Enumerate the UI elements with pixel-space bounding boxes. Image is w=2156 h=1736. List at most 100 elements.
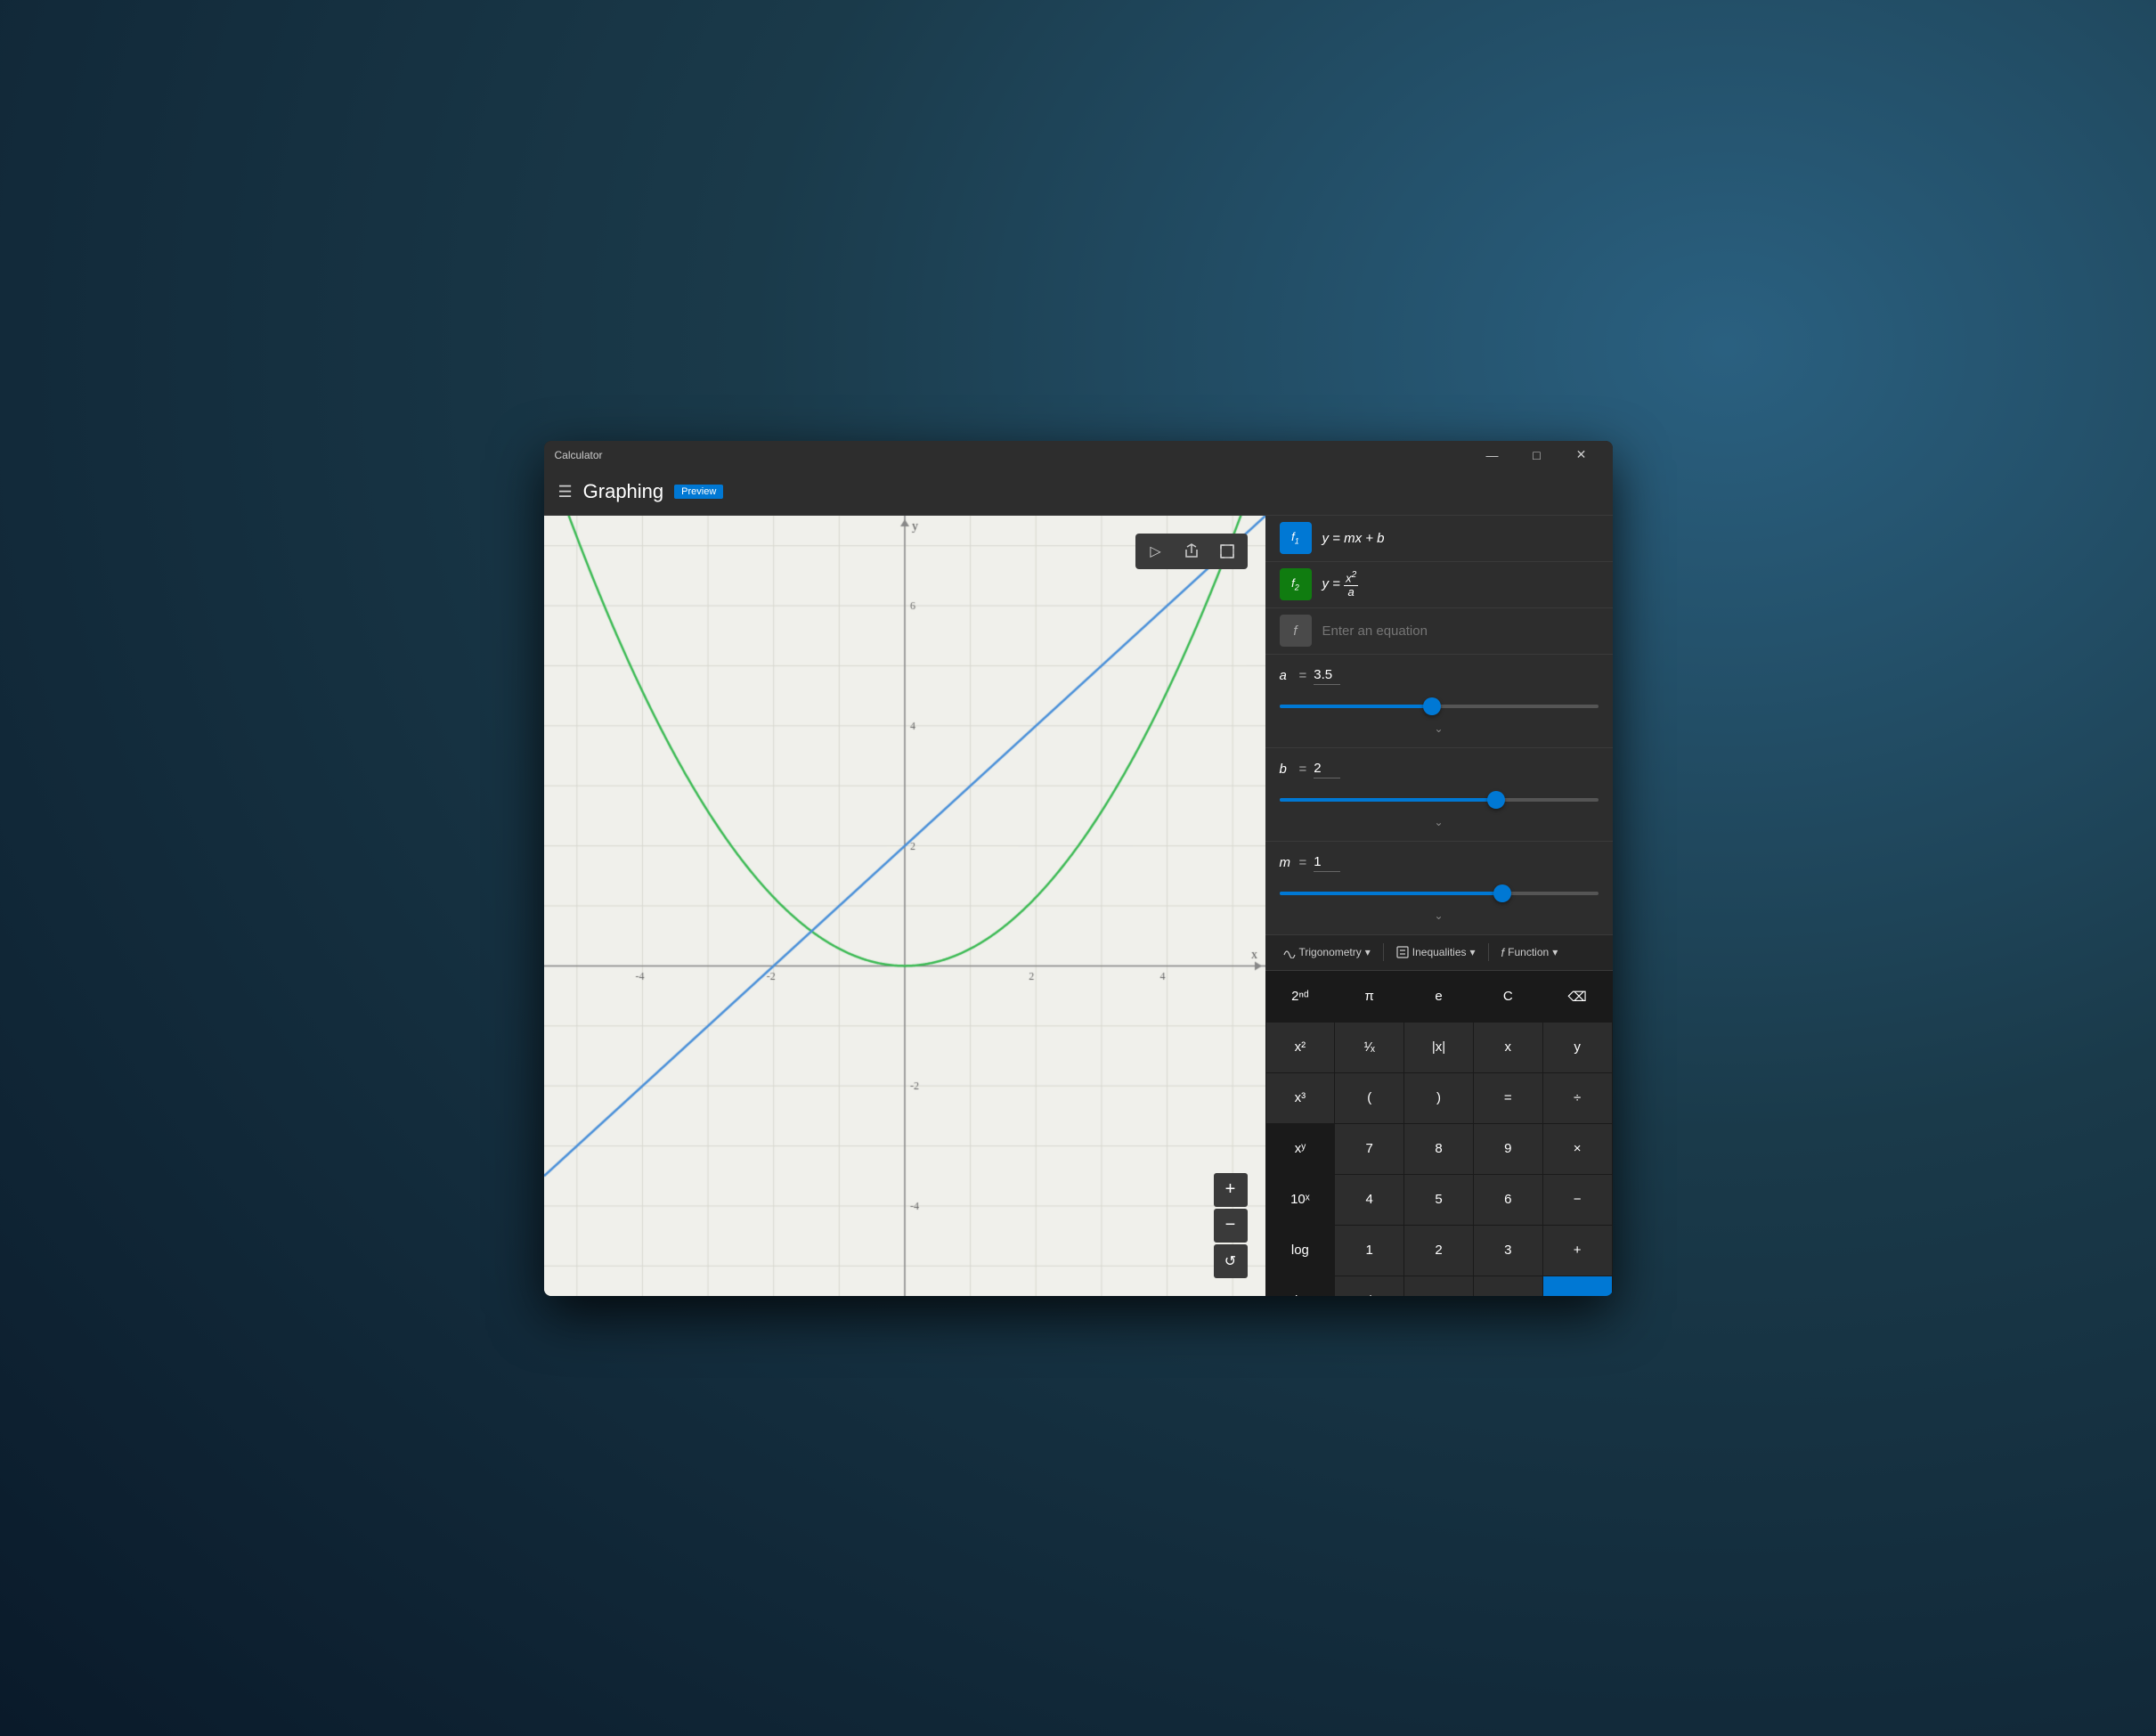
function-input-3[interactable]: [1322, 623, 1599, 639]
function-item-1[interactable]: f1 y = mx + b: [1265, 516, 1613, 562]
func-chevron: ▾: [1552, 946, 1558, 958]
zoom-out-button[interactable]: −: [1214, 1209, 1248, 1243]
key-9-button[interactable]: y: [1543, 1023, 1612, 1072]
title-bar: Calculator — □ ✕: [544, 441, 1613, 469]
var-value-m: 1: [1314, 854, 1340, 872]
key-32-button[interactable]: 0: [1404, 1276, 1473, 1296]
key-8-button[interactable]: x: [1474, 1023, 1542, 1072]
key-4-button[interactable]: ⌫: [1543, 972, 1612, 1022]
var-value-a: 3.5: [1314, 667, 1340, 685]
var-expand-b[interactable]: ⌄: [1280, 816, 1599, 828]
key-5-button[interactable]: x²: [1266, 1023, 1335, 1072]
preview-badge: Preview: [674, 485, 723, 499]
key-1-button[interactable]: π: [1335, 972, 1403, 1022]
key-7-button[interactable]: |x|: [1404, 1023, 1473, 1072]
slider-track-a[interactable]: [1280, 705, 1599, 708]
share-tool-button[interactable]: [1175, 537, 1208, 566]
key-24-button[interactable]: −: [1543, 1175, 1612, 1225]
key-11-button[interactable]: (: [1335, 1073, 1403, 1123]
function-item-2[interactable]: f2 y = x2a: [1265, 562, 1613, 608]
close-button[interactable]: ✕: [1561, 441, 1602, 469]
variable-row-m: m = 1: [1280, 854, 1599, 872]
key-27-button[interactable]: 2: [1404, 1226, 1473, 1276]
minimize-button[interactable]: —: [1472, 441, 1513, 469]
var-label-m: m: [1280, 855, 1292, 870]
var-expand-m[interactable]: ⌄: [1280, 909, 1599, 922]
slider-thumb-m[interactable]: [1493, 884, 1511, 902]
key-29-button[interactable]: +: [1543, 1226, 1612, 1276]
app-title: Graphing: [583, 480, 664, 503]
app-header: ☰ Graphing Preview: [544, 469, 1613, 516]
keyboard-toolbar: Trigonometry ▾ Inequalities ▾: [1265, 935, 1613, 971]
function-button[interactable]: f Function ▾: [1494, 942, 1566, 963]
var-equals-m: =: [1299, 855, 1307, 870]
var-label-a: a: [1280, 668, 1292, 683]
var-equals-b: =: [1299, 762, 1307, 777]
key-12-button[interactable]: ): [1404, 1073, 1473, 1123]
keyboard-grid: 2ⁿᵈπeC⌫ x²¹⁄ₓ|x|xy x³()=÷ xʸ789× 10ˣ456− log1…: [1265, 971, 1613, 1296]
func-icon: f: [1501, 946, 1505, 959]
zoom-in-button[interactable]: +: [1214, 1173, 1248, 1207]
function-badge-label-1: f1: [1291, 530, 1299, 546]
fullscreen-tool-button[interactable]: [1210, 537, 1244, 566]
title-bar-controls: — □ ✕: [1472, 441, 1602, 469]
slider-thumb-b[interactable]: [1487, 791, 1505, 809]
ineq-icon: [1396, 946, 1409, 958]
key-33-button[interactable]: .: [1474, 1276, 1542, 1296]
select-tool-button[interactable]: ▷: [1139, 537, 1173, 566]
slider-track-m[interactable]: [1280, 892, 1599, 895]
key-30-button[interactable]: ln: [1266, 1276, 1335, 1296]
function-formula-1: y = mx + b: [1322, 531, 1385, 546]
key-10-button[interactable]: x³: [1266, 1073, 1335, 1123]
ineq-chevron: ▾: [1470, 946, 1476, 958]
key-15-button[interactable]: xʸ: [1266, 1124, 1335, 1174]
function-badge-label-3: f: [1293, 623, 1297, 639]
function-item-3[interactable]: f: [1265, 608, 1613, 655]
key-19-button[interactable]: ×: [1543, 1124, 1612, 1174]
key-25-button[interactable]: log: [1266, 1226, 1335, 1276]
var-expand-a[interactable]: ⌄: [1280, 722, 1599, 735]
trig-button[interactable]: Trigonometry ▾: [1276, 942, 1378, 962]
key-3-button[interactable]: C: [1474, 972, 1542, 1022]
key-34-button[interactable]: ↵: [1543, 1276, 1612, 1296]
zoom-reset-button[interactable]: ↺: [1214, 1244, 1248, 1278]
key-6-button[interactable]: ¹⁄ₓ: [1335, 1023, 1403, 1072]
trig-icon: [1283, 946, 1296, 958]
slider-thumb-a[interactable]: [1423, 697, 1441, 715]
calculator-window: Calculator — □ ✕ ☰ Graphing Preview ▷: [544, 441, 1613, 1296]
key-13-button[interactable]: =: [1474, 1073, 1542, 1123]
func-label: Function: [1508, 946, 1549, 958]
slider-track-b[interactable]: [1280, 798, 1599, 802]
slider-fill-a: [1280, 705, 1433, 708]
hamburger-icon[interactable]: ☰: [558, 483, 573, 501]
var-label-b: b: [1280, 762, 1292, 777]
zoom-controls: + − ↺: [1214, 1173, 1248, 1278]
key-26-button[interactable]: 1: [1335, 1226, 1403, 1276]
var-equals-a: =: [1299, 668, 1307, 683]
maximize-button[interactable]: □: [1517, 441, 1558, 469]
key-22-button[interactable]: 5: [1404, 1175, 1473, 1225]
key-0-button[interactable]: 2ⁿᵈ: [1266, 972, 1335, 1022]
key-2-button[interactable]: e: [1404, 972, 1473, 1022]
slider-fill-m: [1280, 892, 1503, 895]
key-21-button[interactable]: 4: [1335, 1175, 1403, 1225]
key-28-button[interactable]: 3: [1474, 1226, 1542, 1276]
slider-container-a: [1280, 694, 1599, 722]
key-16-button[interactable]: 7: [1335, 1124, 1403, 1174]
variable-row-a: a = 3.5: [1280, 667, 1599, 685]
separator-1: [1383, 943, 1384, 961]
function-formula-2: y = x2a: [1322, 570, 1359, 599]
inequalities-button[interactable]: Inequalities ▾: [1389, 942, 1483, 962]
key-31-button[interactable]: +/−: [1335, 1276, 1403, 1296]
key-14-button[interactable]: ÷: [1543, 1073, 1612, 1123]
key-18-button[interactable]: 9: [1474, 1124, 1542, 1174]
key-20-button[interactable]: 10ˣ: [1266, 1175, 1335, 1225]
key-17-button[interactable]: 8: [1404, 1124, 1473, 1174]
key-23-button[interactable]: 6: [1474, 1175, 1542, 1225]
slider-container-m: [1280, 881, 1599, 909]
var-value-b: 2: [1314, 761, 1340, 778]
function-badge-label-2: f2: [1291, 576, 1299, 592]
slider-fill-b: [1280, 798, 1496, 802]
function-badge-1: f1: [1280, 522, 1312, 554]
variable-section-a: a = 3.5 ⌄: [1265, 655, 1613, 748]
